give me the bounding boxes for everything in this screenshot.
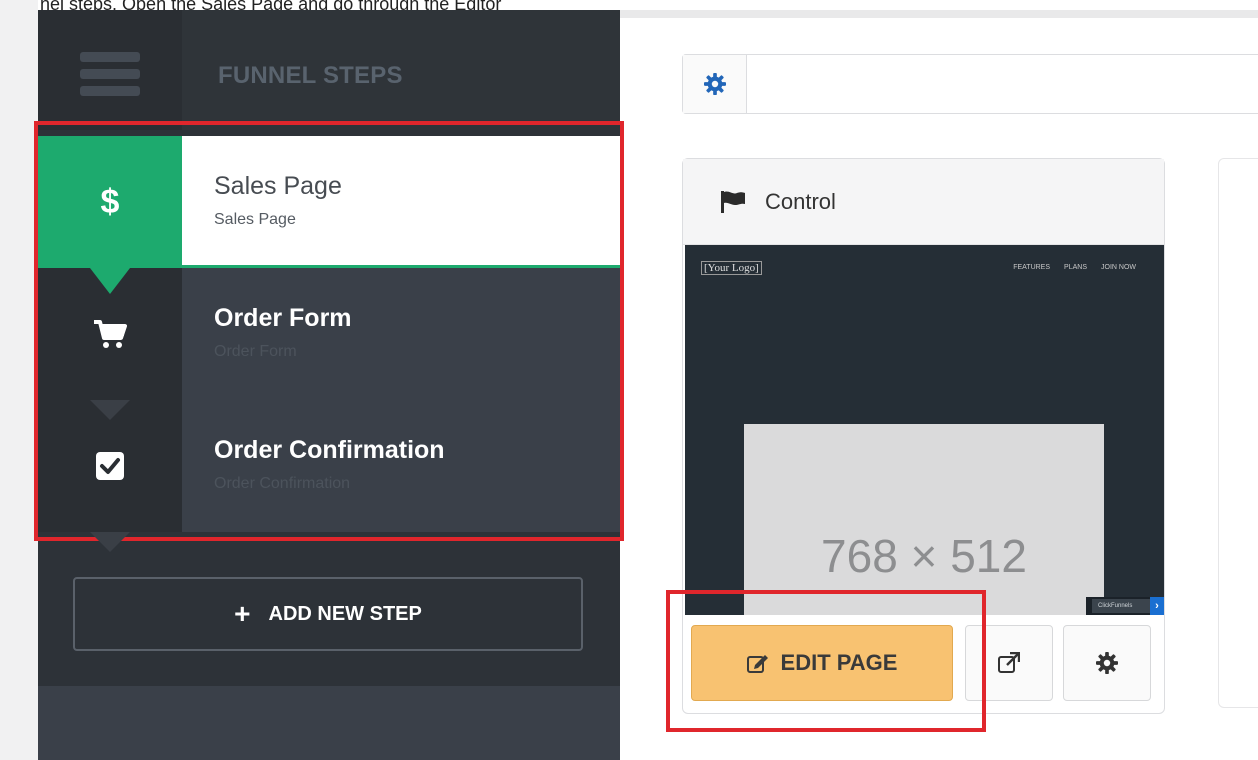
step-name: Order Confirmation — [214, 436, 445, 464]
sidebar-footer — [38, 686, 620, 760]
step-subtitle: Order Confirmation — [214, 475, 351, 492]
preview-nav-item: PLANS — [1064, 264, 1087, 271]
step-body[interactable]: Order Confirmation Order Confirmation — [182, 400, 620, 532]
funnel-step-list: $ Sales Page Sales Page Order Form Order… — [38, 136, 620, 552]
variant-settings-button[interactable] — [1063, 625, 1151, 701]
step-body[interactable]: Sales Page Sales Page — [182, 136, 620, 268]
add-new-step-button[interactable]: + ADD NEW STEP — [73, 577, 583, 651]
page-settings-bar — [682, 54, 1258, 114]
clickfunnels-badge: ClickFunnels › — [1086, 597, 1164, 615]
plus-icon: + — [234, 598, 251, 629]
variant-label: Control — [765, 188, 836, 214]
page-gutter — [0, 0, 38, 760]
preview-nav: FEATURES PLANS JOIN NOW — [1013, 264, 1136, 271]
preview-nav-item: FEATURES — [1013, 264, 1051, 271]
external-link-icon — [998, 652, 1020, 673]
edit-icon — [746, 655, 768, 673]
dollar-icon: $ — [100, 182, 120, 221]
settings-gear-button[interactable] — [683, 55, 747, 113]
gear-icon — [1096, 652, 1118, 674]
top-divider — [620, 10, 1258, 18]
step-body[interactable]: Order Form Order Form — [182, 268, 620, 400]
gear-icon — [703, 73, 726, 95]
badge-arrow-icon: › — [1150, 597, 1164, 615]
page-preview-thumbnail[interactable]: [Your Logo] FEATURES PLANS JOIN NOW 768 … — [685, 245, 1164, 615]
variant-card-control: Control [Your Logo] FEATURES PLANS JOIN … — [682, 158, 1165, 714]
edit-page-label: EDIT PAGE — [780, 650, 898, 675]
step-icon-cell: $ — [38, 136, 182, 268]
variant-card-header: Control — [683, 159, 1164, 245]
checkbox-icon — [96, 452, 124, 480]
step-pointer — [90, 400, 130, 420]
menu-toggle-cell[interactable] — [38, 10, 182, 130]
funnel-step-sales-page[interactable]: $ Sales Page Sales Page — [38, 136, 620, 294]
funnel-editor-screen: nel steps. Open the Sales Page and go th… — [0, 0, 1258, 760]
step-subtitle: Sales Page — [214, 211, 296, 228]
preview-logo: [Your Logo] — [701, 261, 762, 275]
open-page-external-button[interactable] — [965, 625, 1053, 701]
step-subtitle: Order Form — [214, 343, 297, 360]
add-new-step-label: ADD NEW STEP — [268, 602, 422, 625]
preview-nav-item: JOIN NOW — [1101, 264, 1136, 271]
preview-image-placeholder: 768 × 512 — [744, 424, 1104, 615]
next-variant-card — [1218, 158, 1258, 708]
sidebar-title: FUNNEL STEPS — [218, 62, 403, 89]
funnel-steps-sidebar: FUNNEL STEPS $ Sales Page Sales Page Ord… — [38, 10, 620, 760]
cart-icon — [94, 320, 127, 348]
step-pointer — [90, 532, 130, 552]
active-step-pointer — [90, 268, 130, 294]
step-name: Order Form — [214, 304, 352, 332]
badge-text: ClickFunnels — [1092, 599, 1150, 613]
flag-icon — [721, 190, 745, 213]
hamburger-menu-icon[interactable] — [80, 52, 140, 102]
sidebar-header: FUNNEL STEPS — [38, 10, 620, 130]
edit-page-button[interactable]: EDIT PAGE — [691, 625, 953, 701]
step-name: Sales Page — [214, 172, 342, 200]
